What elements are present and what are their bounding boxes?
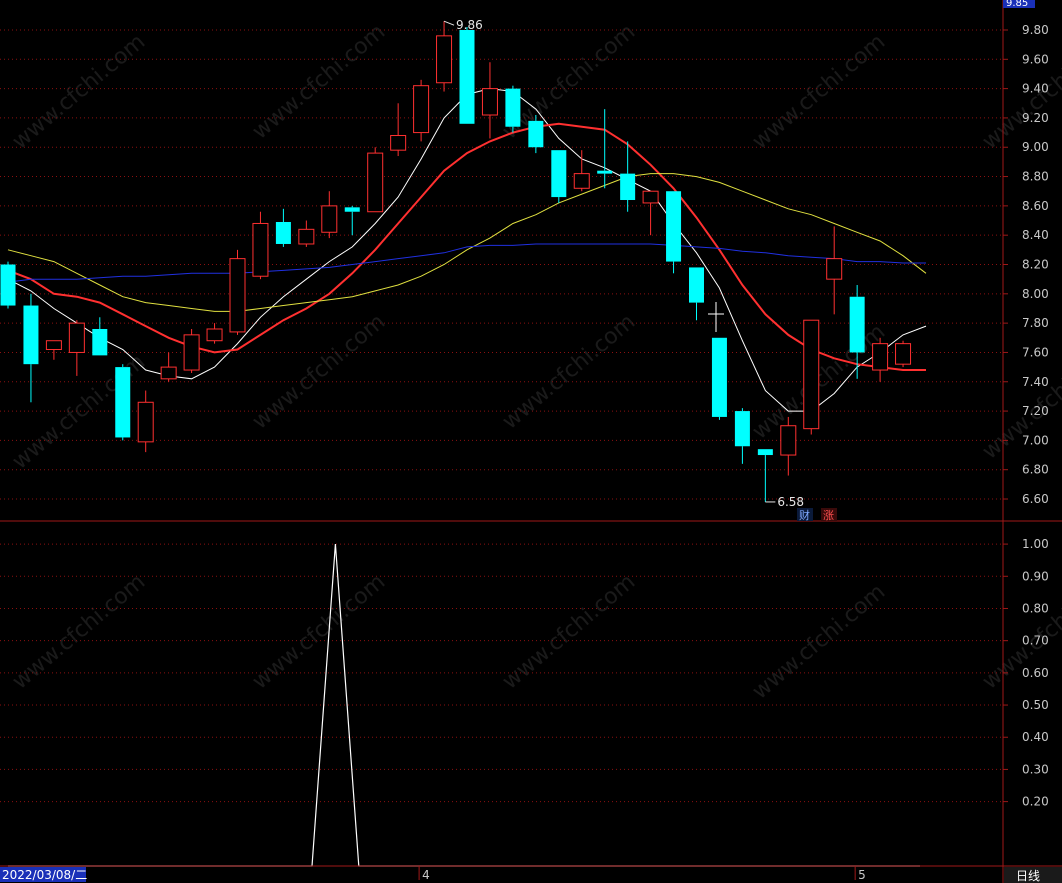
candle bbox=[551, 150, 567, 203]
candle-body bbox=[666, 191, 682, 262]
candle bbox=[666, 191, 682, 274]
y-tick-label: 0.20 bbox=[1022, 795, 1049, 809]
candle bbox=[711, 337, 727, 420]
candle-body bbox=[734, 411, 750, 447]
y-tick-label: 7.60 bbox=[1022, 345, 1049, 359]
y-tick-label: 7.00 bbox=[1022, 433, 1049, 447]
y-tick-label: 1.00 bbox=[1022, 537, 1049, 551]
candle-body bbox=[413, 85, 430, 134]
candle-body bbox=[252, 222, 269, 277]
y-tick-label: 0.70 bbox=[1022, 634, 1049, 648]
candle bbox=[0, 261, 16, 309]
candle-body bbox=[872, 343, 889, 371]
candle-body bbox=[642, 190, 659, 204]
y-tick-label: 9.60 bbox=[1022, 52, 1049, 66]
candle bbox=[413, 79, 430, 142]
candle-body bbox=[160, 366, 177, 380]
x-tick-label: 4 bbox=[422, 868, 430, 882]
candle-body bbox=[573, 173, 590, 189]
y-tick-label: 0.80 bbox=[1022, 601, 1049, 615]
candle bbox=[183, 328, 200, 373]
high-price-label: 9.86 bbox=[456, 18, 483, 32]
candle bbox=[803, 319, 820, 435]
candle-body bbox=[436, 35, 453, 84]
candle-body bbox=[780, 425, 797, 456]
candle bbox=[229, 249, 246, 335]
candle-body bbox=[206, 328, 223, 342]
y-tick-label: 8.40 bbox=[1022, 228, 1049, 242]
y-tick-label: 8.80 bbox=[1022, 170, 1049, 184]
candle bbox=[367, 147, 384, 213]
y-tick-label: 9.00 bbox=[1022, 140, 1049, 154]
y-tick-label: 9.20 bbox=[1022, 111, 1049, 125]
finance-badge-label[interactable]: 财 bbox=[799, 508, 810, 522]
candle-body bbox=[803, 319, 820, 430]
candle-body bbox=[298, 228, 315, 245]
candle-body bbox=[275, 221, 291, 244]
y-tick-label: 0.60 bbox=[1022, 666, 1049, 680]
candle-body bbox=[620, 173, 636, 201]
candle-body bbox=[68, 322, 85, 353]
y-tick-label: 7.20 bbox=[1022, 404, 1049, 418]
candle-body bbox=[895, 343, 912, 365]
candle-body bbox=[481, 88, 498, 116]
current-price-label: 9.85 bbox=[1006, 0, 1028, 9]
low-price-label: 6.58 bbox=[777, 495, 804, 509]
candle-body bbox=[711, 337, 727, 417]
y-tick-label: 9.40 bbox=[1022, 82, 1049, 96]
candle-body bbox=[321, 205, 338, 233]
candle-body bbox=[344, 207, 360, 212]
candle-body bbox=[23, 305, 39, 365]
candle-body bbox=[0, 264, 16, 306]
candle bbox=[895, 340, 912, 368]
y-tick-label: 6.60 bbox=[1022, 492, 1049, 506]
candle-body bbox=[137, 401, 154, 443]
y-tick-label: 8.00 bbox=[1022, 287, 1049, 301]
candle-body bbox=[229, 258, 246, 333]
candle bbox=[459, 27, 475, 124]
candle bbox=[115, 364, 131, 441]
candle-body bbox=[505, 88, 521, 127]
candle-body bbox=[551, 150, 567, 198]
candle bbox=[505, 85, 521, 133]
y-tick-label: 0.30 bbox=[1022, 762, 1049, 776]
candle-body bbox=[528, 120, 544, 148]
period-tab-daily[interactable]: 日线 bbox=[1016, 869, 1040, 883]
candle-body bbox=[92, 328, 108, 356]
candle-body bbox=[459, 29, 475, 124]
y-tick-label: 8.20 bbox=[1022, 258, 1049, 272]
candle-body bbox=[367, 152, 384, 213]
y-tick-label: 0.50 bbox=[1022, 698, 1049, 712]
date-cursor-label: 2022/03/08/二 bbox=[2, 868, 87, 882]
candle-body bbox=[689, 267, 704, 303]
candle-body bbox=[597, 170, 613, 174]
candle-body bbox=[115, 367, 131, 438]
y-tick-label: 8.60 bbox=[1022, 199, 1049, 213]
candle-body bbox=[757, 449, 773, 456]
y-tick-label: 9.80 bbox=[1022, 23, 1049, 37]
candle-body bbox=[390, 135, 407, 151]
y-tick-label: 0.90 bbox=[1022, 569, 1049, 583]
candle-body bbox=[45, 340, 62, 351]
stock-chart[interactable]: www.cfchi.com www.cfchi.com www.cfchi.com w… bbox=[0, 0, 1062, 883]
rise-badge-label[interactable]: 涨 bbox=[823, 509, 834, 522]
x-tick-label: 5 bbox=[858, 868, 866, 882]
candle-body bbox=[183, 334, 200, 371]
candle-body bbox=[826, 258, 843, 280]
y-tick-label: 0.40 bbox=[1022, 730, 1049, 744]
candle-body bbox=[849, 296, 865, 353]
y-tick-label: 7.80 bbox=[1022, 316, 1049, 330]
y-tick-label: 6.80 bbox=[1022, 463, 1049, 477]
y-tick-label: 7.40 bbox=[1022, 375, 1049, 389]
